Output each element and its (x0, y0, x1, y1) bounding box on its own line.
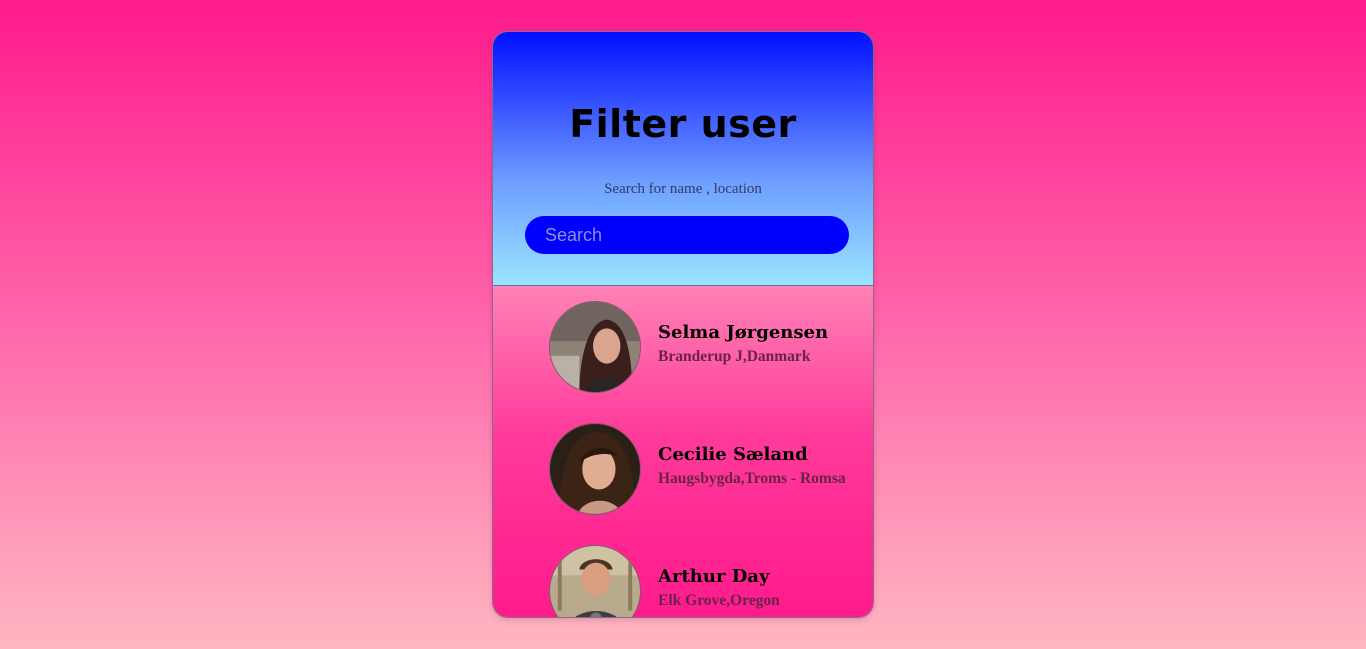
user-location: Branderup J,Danmark (658, 348, 811, 365)
user-location: Elk Grove,Oregon (658, 592, 780, 609)
user-location: Haugsbygda,Troms - Romsa (658, 470, 846, 487)
user-photo-icon (550, 424, 640, 514)
user-item[interactable]: Arthur Day Elk Grove,Oregon (549, 545, 869, 617)
card-header: Filter user Search for name , location (493, 32, 873, 286)
user-name: Cecilie Sæland (658, 444, 808, 465)
avatar (549, 301, 641, 393)
user-photo-icon (550, 546, 640, 617)
filter-user-card: Filter user Search for name , location S… (492, 31, 874, 618)
user-name: Arthur Day (658, 566, 770, 587)
avatar (549, 423, 641, 515)
user-list: Selma Jørgensen Branderup J,Danmark Ceci… (493, 286, 873, 617)
user-name: Selma Jørgensen (658, 322, 829, 343)
page-title: Filter user (569, 102, 797, 146)
user-item[interactable]: Selma Jørgensen Branderup J,Danmark (549, 301, 869, 393)
user-photo-icon (550, 302, 640, 392)
search-hint: Search for name , location (604, 181, 762, 197)
user-item[interactable]: Cecilie Sæland Haugsbygda,Troms - Romsa (549, 423, 869, 515)
search-box (525, 216, 849, 254)
search-input[interactable] (525, 216, 849, 254)
avatar (549, 545, 641, 617)
